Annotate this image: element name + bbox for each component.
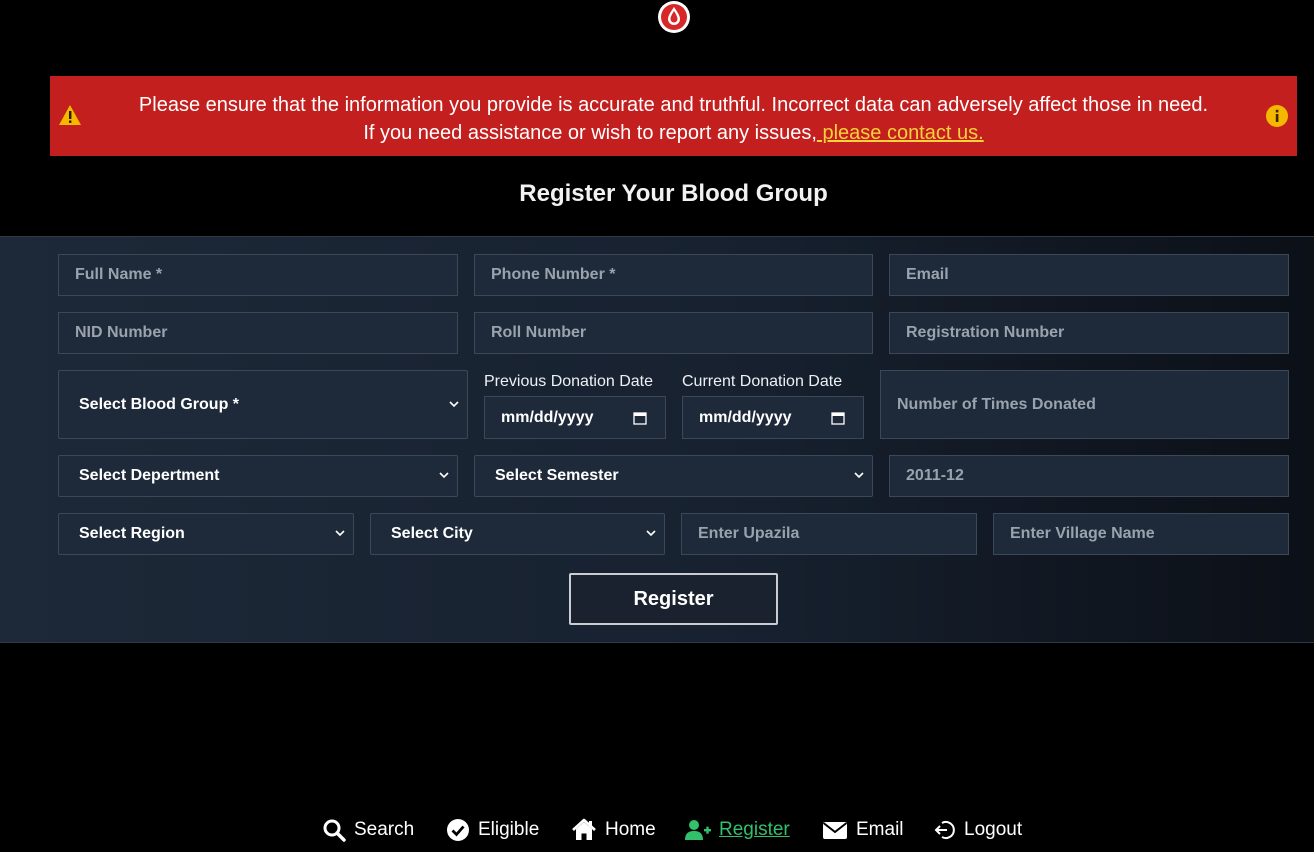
semester-select[interactable]: Select Semester (474, 455, 873, 497)
times-donated-input[interactable]: Number of Times Donated (880, 370, 1289, 439)
department-select[interactable]: Select Depertment (58, 455, 458, 497)
current-donation-date-input[interactable]: mm/dd/yyyy (682, 396, 864, 439)
banner-message-line2-text: If you need assistance or wish to report… (363, 122, 817, 144)
upazila-input[interactable]: Enter Upazila (681, 513, 977, 555)
nav-home-label: Home (605, 819, 656, 840)
blood-drop-logo-icon (658, 1, 690, 33)
banner-message-line2: If you need assistance or wish to report… (50, 122, 1297, 145)
envelope-icon (822, 822, 848, 839)
nav-search[interactable]: Search (322, 812, 414, 848)
chevron-down-icon (439, 472, 449, 479)
previous-donation-date-value: mm/dd/yyyy (501, 408, 594, 426)
user-plus-icon (685, 820, 711, 840)
region-select[interactable]: Select Region (58, 513, 354, 555)
semester-select-value: Select Semester (495, 467, 619, 484)
chevron-down-icon (646, 530, 656, 537)
city-select-value: Select City (391, 525, 473, 542)
warning-banner: Please ensure that the information you p… (50, 76, 1297, 156)
current-donation-date-value: mm/dd/yyyy (699, 408, 792, 426)
page: Please ensure that the information you p… (0, 0, 1314, 852)
page-title: Register Your Blood Group (519, 180, 828, 207)
previous-donation-date-label: Previous Donation Date (484, 373, 653, 390)
nav-register-label: Register (719, 819, 790, 840)
nav-email[interactable]: Email (822, 812, 904, 848)
nav-email-label: Email (856, 819, 904, 840)
contact-us-link[interactable]: please contact us. (817, 122, 983, 144)
info-icon (1266, 105, 1288, 127)
chevron-down-icon (854, 472, 864, 479)
roll-number-input[interactable]: Roll Number (474, 312, 873, 354)
nid-number-input[interactable]: NID Number (58, 312, 458, 354)
nav-register[interactable]: Register (685, 812, 790, 848)
email-input[interactable]: Email (889, 254, 1289, 296)
nav-logout[interactable]: Logout (934, 812, 1022, 848)
nav-logout-label: Logout (964, 819, 1023, 840)
blood-group-select-value: Select Blood Group * (79, 395, 240, 413)
blood-group-select[interactable]: Select Blood Group * (58, 370, 468, 439)
chevron-down-icon (449, 400, 459, 407)
session-input[interactable]: 2011-12 (889, 455, 1289, 497)
region-select-value: Select Region (79, 525, 185, 542)
check-circle-icon (447, 819, 469, 841)
nav-eligible-label: Eligible (478, 819, 540, 840)
registration-form: Full Name * Phone Number * Email NID Num… (0, 236, 1314, 643)
banner-message-line1: Please ensure that the information you p… (138, 94, 1209, 116)
nav-home[interactable]: Home (571, 812, 656, 848)
full-name-input[interactable]: Full Name * (58, 254, 458, 296)
nav-eligible[interactable]: Eligible (446, 812, 539, 848)
bottom-nav: Search Eligible Home Register Email Logo… (0, 812, 1314, 848)
nav-search-label: Search (354, 819, 415, 840)
home-icon (572, 818, 596, 840)
phone-number-input[interactable]: Phone Number * (474, 254, 873, 296)
chevron-down-icon (335, 530, 345, 537)
previous-donation-date-input[interactable]: mm/dd/yyyy (484, 396, 666, 439)
register-button[interactable]: Register (569, 573, 778, 625)
department-select-value: Select Depertment (79, 467, 220, 484)
search-icon (323, 819, 346, 842)
logout-icon (934, 821, 955, 839)
current-donation-date-label: Current Donation Date (682, 373, 843, 390)
calendar-icon[interactable] (633, 411, 647, 425)
calendar-icon[interactable] (831, 411, 845, 425)
village-name-input[interactable]: Enter Village Name (993, 513, 1289, 555)
registration-number-input[interactable]: Registration Number (889, 312, 1289, 354)
city-select[interactable]: Select City (370, 513, 665, 555)
